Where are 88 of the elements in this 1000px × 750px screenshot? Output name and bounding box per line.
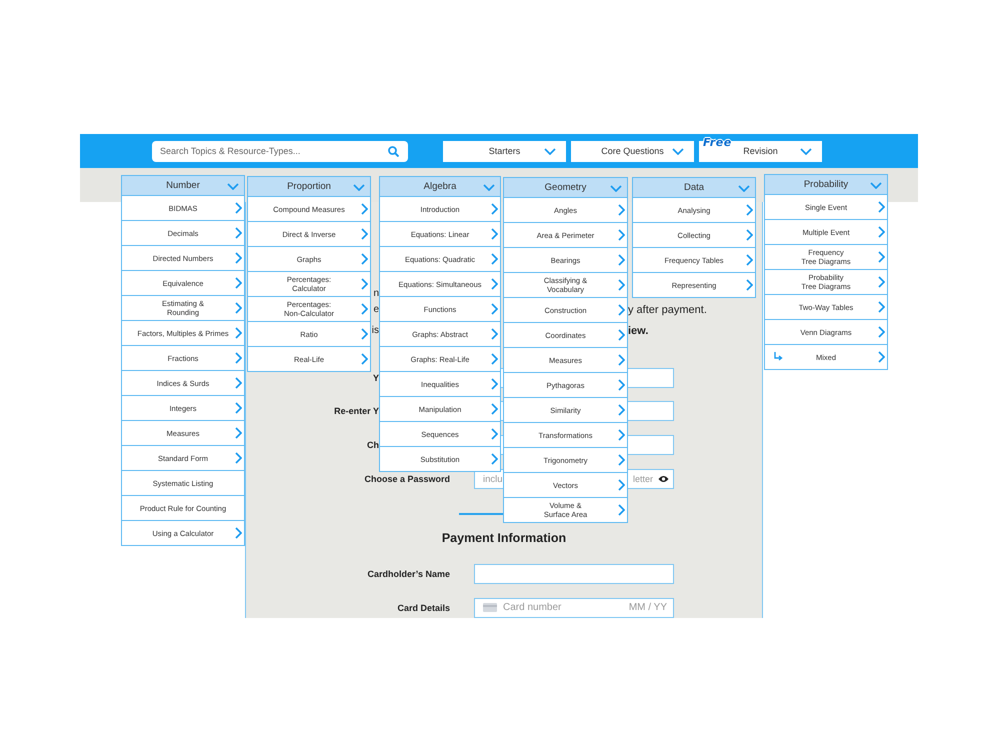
chevron-right-icon bbox=[235, 377, 242, 389]
chevron-right-icon bbox=[361, 303, 368, 315]
chevron-right-icon bbox=[235, 327, 242, 339]
chevron-right-icon bbox=[235, 452, 242, 464]
chevron-right-icon bbox=[491, 203, 498, 215]
menu-header[interactable]: Proportion bbox=[247, 176, 371, 197]
chevron-right-icon bbox=[618, 379, 625, 391]
chevron-right-icon bbox=[235, 427, 242, 439]
chevron-right-icon bbox=[878, 301, 885, 313]
chevron-right-icon bbox=[235, 402, 242, 414]
chevron-right-icon bbox=[491, 228, 498, 240]
menu-header[interactable]: Algebra bbox=[379, 176, 501, 197]
chevron-right-icon bbox=[491, 428, 498, 440]
chevron-right-icon bbox=[878, 351, 885, 363]
chevron-right-icon bbox=[878, 251, 885, 263]
chevron-right-icon bbox=[235, 277, 242, 289]
section-title: Payment Information bbox=[440, 531, 568, 548]
chevron-right-icon bbox=[618, 254, 625, 266]
chevron-right-icon bbox=[235, 527, 242, 539]
search-icon bbox=[388, 146, 399, 156]
chevron-right-icon bbox=[618, 429, 625, 441]
field-label: Choose a Password bbox=[364, 474, 450, 484]
nav-dropdown[interactable]: Starters bbox=[443, 140, 566, 162]
search-field[interactable]: Search Topics & Resource-Types... bbox=[152, 140, 408, 162]
chevron-right-icon bbox=[746, 254, 753, 266]
chevron-right-icon bbox=[618, 329, 625, 341]
chevron-right-icon bbox=[361, 278, 368, 290]
field-label: Y bbox=[372, 373, 379, 384]
chevron-right-icon bbox=[618, 454, 625, 466]
field-label: Card Details bbox=[397, 602, 450, 613]
chevron-down-icon bbox=[672, 148, 684, 154]
chevron-right-icon bbox=[618, 404, 625, 416]
chevron-right-icon bbox=[746, 229, 753, 241]
chevron-right-icon bbox=[491, 353, 498, 365]
chevron-down-icon bbox=[800, 148, 812, 154]
chevron-right-icon bbox=[618, 304, 625, 316]
chevron-right-icon bbox=[618, 479, 625, 491]
chevron-right-icon bbox=[235, 352, 242, 364]
form-text: y after payment. bbox=[628, 302, 707, 317]
return-arrow-icon bbox=[773, 352, 783, 362]
chevron-right-icon bbox=[491, 403, 498, 415]
card-icon bbox=[483, 603, 497, 612]
chevron-right-icon bbox=[361, 228, 368, 240]
chevron-right-icon bbox=[618, 279, 625, 291]
menu-header[interactable]: Number bbox=[121, 175, 245, 196]
chevron-right-icon bbox=[746, 279, 753, 291]
chevron-down-icon bbox=[227, 183, 239, 190]
chevron-down-icon bbox=[870, 182, 882, 189]
chevron-right-icon bbox=[361, 353, 368, 365]
chevron-right-icon bbox=[361, 253, 368, 265]
form-text: is bbox=[372, 324, 379, 338]
nav-dropdown[interactable]: Core Questions bbox=[571, 140, 694, 162]
menu-header[interactable]: Probability bbox=[764, 174, 888, 195]
chevron-down-icon bbox=[353, 184, 365, 191]
menu-header[interactable]: Geometry bbox=[503, 177, 628, 198]
chevron-right-icon bbox=[235, 202, 242, 214]
eye-icon[interactable] bbox=[658, 475, 669, 484]
chevron-right-icon bbox=[491, 303, 498, 315]
chevron-down-icon bbox=[483, 184, 495, 191]
form-text: e bbox=[373, 303, 379, 316]
chevron-right-icon bbox=[491, 328, 498, 340]
form-text: n bbox=[373, 287, 379, 300]
chevron-right-icon bbox=[235, 302, 242, 314]
field-label: Ch bbox=[367, 440, 379, 450]
chevron-right-icon bbox=[878, 201, 885, 213]
chevron-right-icon bbox=[491, 278, 498, 290]
chevron-right-icon bbox=[361, 328, 368, 340]
chevron-right-icon bbox=[878, 226, 885, 238]
chevron-right-icon bbox=[618, 229, 625, 241]
chevron-right-icon bbox=[491, 453, 498, 465]
chevron-right-icon bbox=[618, 204, 625, 216]
chevron-right-icon bbox=[878, 276, 885, 288]
form-text: iew. bbox=[628, 324, 648, 338]
chevron-right-icon bbox=[878, 326, 885, 338]
chevron-right-icon bbox=[746, 204, 753, 216]
chevron-down-icon bbox=[738, 185, 750, 192]
chevron-right-icon bbox=[235, 252, 242, 264]
chevron-right-icon bbox=[361, 203, 368, 215]
chevron-right-icon bbox=[491, 253, 498, 265]
chevron-right-icon bbox=[618, 354, 625, 366]
chevron-right-icon bbox=[491, 378, 498, 390]
chevron-down-icon bbox=[544, 148, 556, 154]
chevron-right-icon bbox=[618, 504, 625, 516]
chevron-down-icon bbox=[610, 185, 622, 192]
menu-header[interactable]: Data bbox=[632, 177, 756, 198]
chevron-right-icon bbox=[235, 227, 242, 239]
field-label: Cardholder’s Name bbox=[367, 568, 450, 579]
field-label: Re-enter Y bbox=[334, 406, 379, 416]
